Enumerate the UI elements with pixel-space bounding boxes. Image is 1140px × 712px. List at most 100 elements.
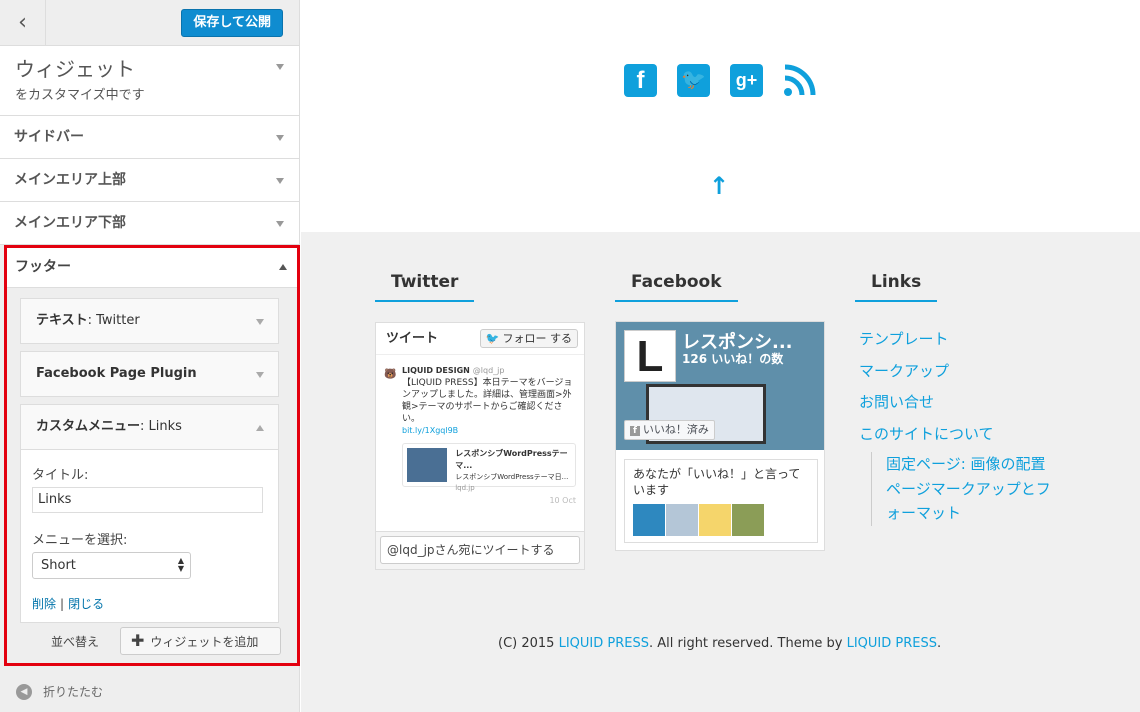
title-label: タイトル: bbox=[32, 468, 89, 483]
preview-top: f 🐦 g+ ↑ bbox=[301, 0, 1140, 232]
chevron-down-icon bbox=[276, 221, 284, 227]
widget-form: タイトル: Links メニューを選択: Short ▲ ▼ 削除 | 閉じる bbox=[21, 449, 278, 622]
section-label: メインエリア下部 bbox=[14, 215, 126, 231]
menu-link[interactable]: お問い合せ bbox=[859, 387, 1051, 419]
reorder-link[interactable]: 並べ替え bbox=[51, 633, 99, 650]
panel-subtitle: をカスタマイズ中です bbox=[15, 88, 145, 103]
google-plus-icon[interactable]: g+ bbox=[730, 64, 763, 97]
credits-link[interactable]: LIQUID PRESS bbox=[559, 636, 649, 651]
card-thumbnail bbox=[407, 448, 448, 482]
friend-avatar[interactable] bbox=[633, 504, 665, 536]
widget-facebook-page-plugin[interactable]: Facebook Page Plugin bbox=[20, 351, 279, 397]
delete-link[interactable]: 削除 bbox=[32, 597, 56, 611]
widget-type: カスタムメニュー bbox=[36, 419, 141, 434]
like-button-label: いいね！済み bbox=[642, 423, 709, 436]
chevron-down-icon bbox=[276, 178, 284, 184]
widget-type: Facebook Page Plugin bbox=[36, 366, 197, 381]
credits-suffix: . bbox=[936, 636, 942, 651]
widget-text-twitter[interactable]: テキスト: Twitter bbox=[20, 298, 279, 344]
facebook-page-plugin: L レスポンシ... 126 いいね！の数 f いいね！済み あなたが「いいね！」… bbox=[615, 321, 825, 551]
chevron-down-icon bbox=[276, 135, 284, 141]
menu-select-value: Short bbox=[41, 558, 76, 573]
title-input[interactable]: Links bbox=[32, 487, 263, 513]
tweet-link[interactable]: bit.ly/1Xgql9B bbox=[402, 425, 576, 437]
section-main-bottom[interactable]: メインエリア下部 bbox=[0, 202, 299, 245]
section-footer-header[interactable]: フッター bbox=[7, 248, 297, 288]
chevron-up-icon bbox=[279, 264, 287, 270]
card-text: レスポンシブWordPressテーマ... レスポンシブWordPressテーマ… bbox=[451, 444, 575, 492]
panel-title: ウィジェット をカスタマイズ中です bbox=[0, 46, 299, 116]
theme-link[interactable]: LIQUID PRESS bbox=[847, 636, 937, 651]
arrow-up-icon[interactable]: ↑ bbox=[709, 172, 729, 200]
tweet-date: 10 Oct bbox=[549, 496, 576, 505]
tweet-card[interactable]: レスポンシブWordPressテーマ... レスポンシブWordPressテーマ… bbox=[402, 443, 576, 492]
twitter-box-title: ツイート bbox=[386, 331, 439, 346]
widget-title[interactable]: Facebook Page Plugin bbox=[21, 352, 278, 396]
close-link[interactable]: 閉じる bbox=[68, 597, 104, 611]
collapse-button[interactable]: ◀ 折りたたむ bbox=[16, 683, 103, 700]
section-main-top[interactable]: メインエリア上部 bbox=[0, 159, 299, 202]
customizer-header: ‹ 保存して公開 bbox=[0, 0, 299, 46]
twitter-bird-icon: 🐦 bbox=[485, 332, 500, 345]
twitter-icon[interactable]: 🐦 bbox=[677, 64, 710, 97]
like-button[interactable]: f いいね！済み bbox=[624, 420, 715, 440]
menu-link[interactable]: マークアップ bbox=[859, 356, 1051, 388]
friends-text: あなたが「いいね！」と言っています bbox=[633, 467, 801, 497]
section-sidebar[interactable]: サイドバー bbox=[0, 116, 299, 159]
collapse-label: 折りたたむ bbox=[43, 685, 104, 699]
chevron-up-icon bbox=[256, 425, 264, 431]
menu-link[interactable]: テンプレート bbox=[859, 324, 1051, 356]
site-preview: f 🐦 g+ ↑ Twitter Facebook Links ツイート 🐦 フォ… bbox=[301, 0, 1140, 712]
twitter-heading: Twitter bbox=[375, 272, 475, 302]
twitter-box-header: ツイート 🐦 フォロー する bbox=[376, 323, 584, 355]
back-button[interactable]: ‹ bbox=[0, 0, 46, 45]
submenu: 固定ページ: 画像の配置 ページマークアップとフ ォーマット bbox=[871, 452, 1051, 526]
menu-link[interactable]: このサイトについて bbox=[859, 419, 1051, 451]
avatar: 🐻 bbox=[384, 369, 397, 380]
tweet-handle: @lqd_jp bbox=[472, 366, 505, 375]
section-label: メインエリア上部 bbox=[14, 172, 126, 188]
facebook-heading: Facebook bbox=[615, 272, 738, 302]
chevron-down-icon bbox=[256, 319, 264, 325]
card-desc: レスポンシブWordPressテーマ日... bbox=[455, 473, 569, 481]
card-title: レスポンシブWordPressテーマ... bbox=[455, 449, 568, 470]
compose-tweet-input[interactable]: @lqd_jpさん宛にツイートする bbox=[380, 536, 580, 564]
customizer-sidebar: ‹ 保存して公開 ウィジェット をカスタマイズ中です サイドバー メインエリア上… bbox=[0, 0, 300, 712]
menu-select-label: メニューを選択: bbox=[32, 533, 128, 548]
credits-middle: . All right reserved. Theme by bbox=[648, 636, 847, 651]
widget-title[interactable]: テキスト: Twitter bbox=[21, 299, 278, 343]
friend-avatar[interactable] bbox=[699, 504, 731, 536]
chevron-down-icon bbox=[256, 372, 264, 378]
card-domain: lqd.jp bbox=[455, 484, 475, 492]
widget-custom-menu-links: カスタムメニュー: Links タイトル: Links メニューを選択: Sho… bbox=[20, 404, 279, 623]
submenu-link[interactable]: ォーマット bbox=[886, 501, 1051, 526]
facebook-friends: あなたが「いいね！」と言っています bbox=[624, 459, 818, 543]
submenu-link[interactable]: 固定ページ: 画像の配置 bbox=[886, 452, 1051, 477]
copyright: (C) 2015 LIQUID PRESS. All right reserve… bbox=[498, 636, 941, 651]
friend-avatar[interactable] bbox=[732, 504, 764, 536]
footer-widgets-area: Twitter Facebook Links ツイート 🐦 フォロー する 🐻 L… bbox=[301, 232, 1140, 712]
friend-avatar[interactable] bbox=[666, 504, 698, 536]
save-publish-button[interactable]: 保存して公開 bbox=[181, 9, 283, 37]
widget-type: テキスト bbox=[36, 313, 88, 328]
widget-title[interactable]: カスタムメニュー: Links bbox=[21, 405, 278, 449]
friend-avatars bbox=[633, 498, 809, 540]
section-footer: フッター テキスト: Twitter Facebook Page Plugin … bbox=[4, 245, 300, 666]
chevron-down-icon[interactable] bbox=[276, 64, 284, 70]
tweet-text: 【LIQUID PRESS】本日テーマをバージョンアップしました。詳細は、管理画… bbox=[402, 378, 573, 424]
tweet: 🐻 LIQUID DESIGN @lqd_jp 【LIQUID PRESS】本日… bbox=[376, 355, 584, 507]
widget-title-suffix: : Twitter bbox=[87, 313, 140, 328]
rss-icon[interactable] bbox=[783, 64, 816, 97]
page-logo[interactable]: L bbox=[624, 330, 676, 382]
links-heading: Links bbox=[855, 272, 938, 302]
menu-select[interactable]: Short ▲ ▼ bbox=[32, 552, 191, 579]
facebook-icon[interactable]: f bbox=[624, 64, 657, 97]
add-widget-button[interactable]: ✚ ウィジェットを追加 bbox=[120, 627, 281, 655]
submenu-link[interactable]: ページマークアップとフ bbox=[886, 477, 1051, 502]
select-arrows-icon: ▲ ▼ bbox=[177, 556, 184, 573]
facebook-cover: L レスポンシ... 126 いいね！の数 f いいね！済み bbox=[616, 322, 824, 450]
widget-title-suffix: : Links bbox=[140, 419, 182, 434]
separator: | bbox=[60, 597, 65, 611]
follow-button[interactable]: 🐦 フォロー する bbox=[479, 329, 578, 348]
like-count: 126 いいね！の数 bbox=[682, 352, 784, 366]
